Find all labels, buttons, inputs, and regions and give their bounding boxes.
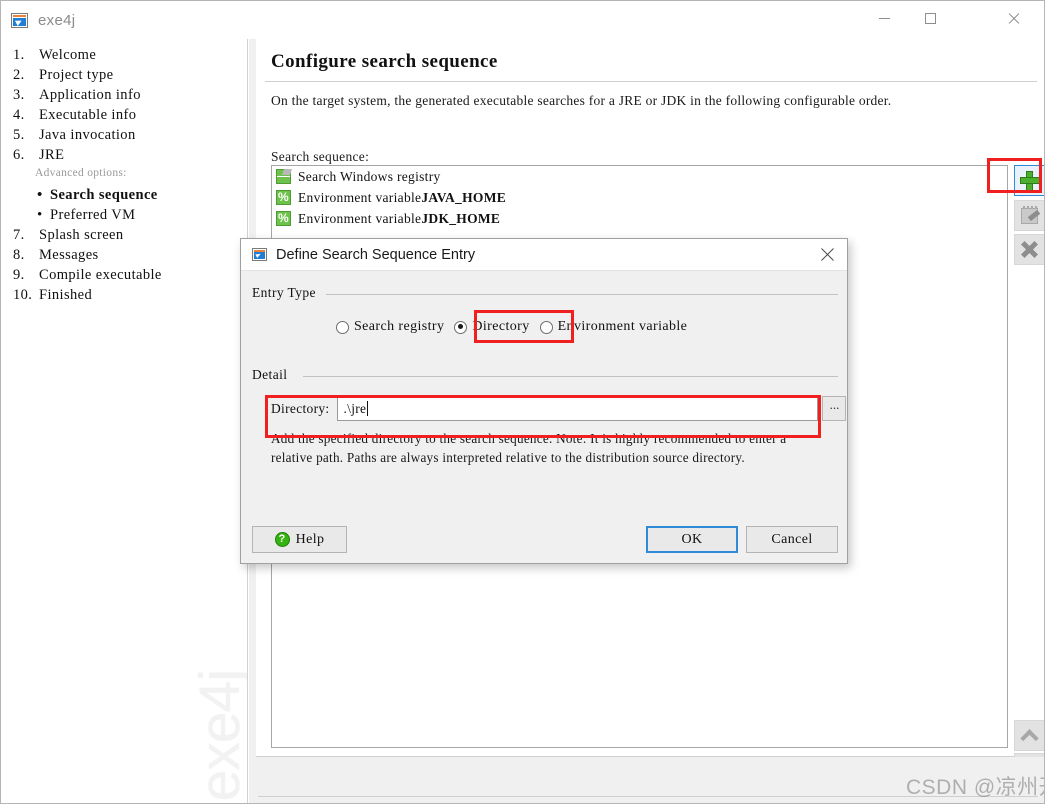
close-icon[interactable] [819, 246, 837, 264]
edit-icon [1021, 205, 1038, 224]
move-up-icon [1020, 729, 1039, 748]
intro-text: On the target system, the generated exec… [271, 93, 892, 108]
exe4j-app-icon [11, 12, 28, 28]
step-number: 4. [13, 107, 25, 123]
sidebar-item-jre[interactable]: 6. JRE [1, 147, 247, 167]
exe4j-dialog-icon [252, 248, 267, 261]
radio-search-registry[interactable]: Search registry [336, 319, 444, 335]
edit-entry-button[interactable] [1014, 200, 1044, 231]
step-label: Finished [39, 287, 93, 303]
step-label: Messages [39, 247, 99, 263]
step-number: 3. [13, 87, 25, 103]
browse-button[interactable]: ... [822, 396, 847, 421]
dialog-cancel-label: Cancel [771, 531, 813, 547]
step-number: 9. [13, 267, 25, 283]
detail-legend: Detail [252, 367, 294, 383]
exe4j-wizard-window: exe4j 1. Welcome 2. Project type 3. Appl… [0, 0, 1045, 804]
sidebar-item-executable-info[interactable]: 4. Executable info [1, 107, 247, 127]
dialog-title: Define Search Sequence Entry [276, 246, 476, 263]
window-titlebar: exe4j [1, 1, 1044, 39]
browse-button-label: ... [829, 397, 840, 412]
list-item-label: Search Windows registry [298, 168, 441, 184]
sidebar-item-splash-screen[interactable]: 7. Splash screen [1, 227, 247, 247]
step-label: Application info [39, 87, 141, 103]
step-number: 7. [13, 227, 25, 243]
sidebar-item-preferred-vm[interactable]: • Preferred VM [1, 207, 247, 227]
step-number: 5. [13, 127, 25, 143]
list-item-label: Environment variable [298, 189, 422, 205]
radio-selected-icon [454, 320, 468, 334]
entry-type-legend: Entry Type [252, 285, 322, 301]
sidebar-sub-label: Search sequence [50, 187, 158, 203]
bullet-icon: • [37, 207, 43, 223]
sidebar-item-welcome[interactable]: 1. Welcome [1, 47, 247, 67]
list-item[interactable]: Search Windows registry [272, 166, 1007, 187]
step-label: Splash screen [39, 227, 124, 243]
highlight-add-button [987, 158, 1042, 193]
registry-icon [276, 169, 291, 184]
dialog-titlebar: Define Search Sequence Entry [241, 239, 847, 271]
radio-label: Environment variable [557, 319, 688, 334]
group-divider [303, 376, 838, 377]
list-item-label: Environment variable [298, 210, 422, 226]
dialog-ok-button[interactable]: OK [646, 526, 738, 553]
page-title: Configure search sequence [271, 51, 498, 72]
exe4j-watermark: exe4j [188, 669, 248, 801]
move-up-button[interactable] [1014, 720, 1044, 751]
sidebar-item-application-info[interactable]: 3. Application info [1, 87, 247, 107]
env-var-icon: % [276, 211, 291, 226]
sidebar-item-compile-executable[interactable]: 9. Compile executable [1, 267, 247, 287]
csdn-watermark: CSDN @凉州开水 [906, 776, 1044, 799]
env-var-icon: % [276, 190, 291, 205]
wizard-step-sidebar: 1. Welcome 2. Project type 3. Applicatio… [1, 39, 248, 803]
list-item[interactable]: % Environment variable JAVA_HOME [272, 187, 1007, 208]
delete-icon [1020, 240, 1039, 259]
step-label: Java invocation [39, 127, 136, 143]
bullet-icon: • [37, 187, 43, 203]
step-label: Executable info [39, 107, 137, 123]
sidebar-item-java-invocation[interactable]: 5. Java invocation [1, 127, 247, 147]
step-number: 10. [13, 287, 33, 303]
dialog-help-button[interactable]: ? Help [252, 526, 347, 553]
delete-entry-button[interactable] [1014, 234, 1044, 265]
sidebar-item-search-sequence[interactable]: • Search sequence [1, 187, 247, 207]
step-label: Compile executable [39, 267, 162, 283]
dialog-cancel-button[interactable]: Cancel [746, 526, 838, 553]
step-label: JRE [39, 147, 65, 163]
highlight-directory-field [265, 395, 821, 438]
step-label: Project type [39, 67, 114, 83]
maximize-icon[interactable] [907, 1, 953, 35]
sidebar-item-finished[interactable]: 10. Finished [1, 287, 247, 307]
minimize-icon[interactable] [861, 1, 907, 35]
list-item-variable: JAVA_HOME [421, 189, 507, 205]
step-number: 1. [13, 47, 25, 63]
title-divider [265, 81, 1037, 82]
step-number: 6. [13, 147, 25, 163]
radio-icon [336, 320, 349, 334]
sidebar-item-messages[interactable]: 8. Messages [1, 247, 247, 267]
search-sequence-label: Search sequence: [271, 149, 370, 164]
highlight-directory-radio [474, 310, 574, 343]
step-label: Welcome [39, 47, 97, 63]
sidebar-item-project-type[interactable]: 2. Project type [1, 67, 247, 87]
window-title: exe4j [38, 11, 76, 29]
dialog-button-bar: ? Help OK Cancel [241, 526, 847, 564]
list-item[interactable]: % Environment variable JDK_HOME [272, 208, 1007, 229]
step-number: 8. [13, 247, 25, 263]
help-icon: ? [274, 532, 290, 547]
group-divider [326, 294, 838, 295]
list-item-variable: JDK_HOME [421, 210, 501, 226]
close-icon[interactable] [990, 1, 1036, 35]
dialog-help-label: Help [295, 531, 325, 547]
step-number: 2. [13, 67, 25, 83]
sidebar-sub-label: Preferred VM [50, 207, 136, 223]
radio-label: Search registry [354, 319, 445, 334]
dialog-ok-label: OK [681, 531, 703, 547]
sidebar-step-list: 1. Welcome 2. Project type 3. Applicatio… [1, 39, 247, 307]
advanced-options-label: Advanced options: [35, 167, 127, 179]
